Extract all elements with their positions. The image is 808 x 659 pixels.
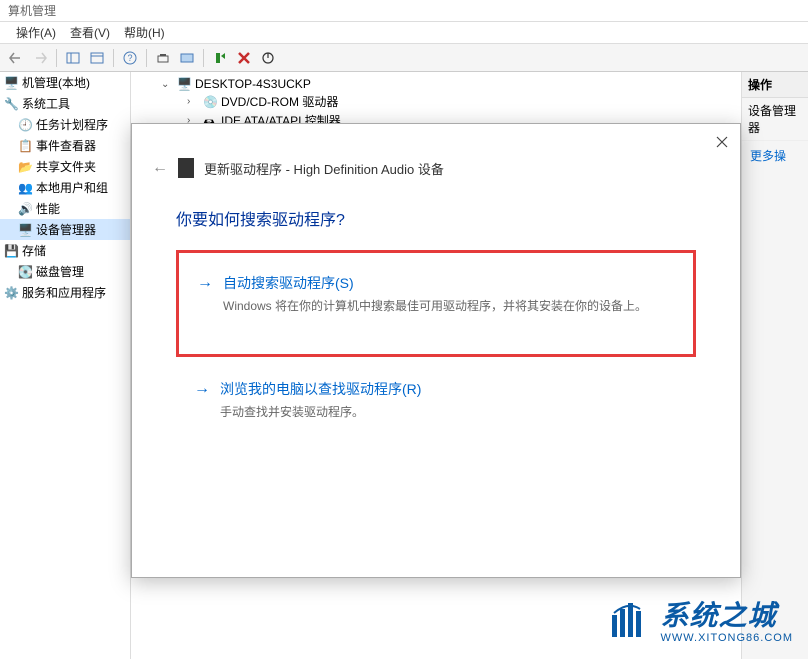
back-button[interactable]: ← — [152, 159, 168, 177]
tree-label: 任务计划程序 — [36, 116, 108, 133]
watermark-text: 系统之城 WWW.XITONG86.COM — [660, 594, 793, 644]
perf-icon: 🔊 — [18, 202, 32, 216]
tree-shared-folders[interactable]: 📂 共享文件夹 — [0, 156, 130, 177]
watermark-logo: 系统之城 WWW.XITONG86.COM — [606, 594, 793, 644]
tree-label: 系统工具 — [22, 95, 70, 112]
tree-label: 机管理(本地) — [22, 74, 90, 91]
option-title: 自动搜索驱动程序(S) — [223, 273, 647, 293]
menu-action[interactable]: 操作(A) — [16, 24, 56, 41]
help-button[interactable]: ? — [120, 48, 140, 68]
tree-storage[interactable]: 💾 存储 — [0, 240, 130, 261]
svg-text:?: ? — [127, 53, 132, 63]
view-devices-button[interactable] — [177, 48, 197, 68]
storage-icon: 💾 — [4, 244, 18, 258]
tree-label: 磁盘管理 — [36, 263, 84, 280]
clock-icon: 🕘 — [18, 118, 32, 132]
speaker-icon — [178, 158, 194, 178]
device-label: DESKTOP-4S3UCKP — [195, 77, 311, 91]
dialog-question: 你要如何搜索驱动程序? — [132, 188, 740, 250]
watermark-icon — [606, 597, 650, 641]
toolbar: ? — [0, 44, 808, 72]
collapse-icon[interactable]: ⌄ — [161, 79, 173, 90]
navigation-tree: 🖥️ 机管理(本地) 🔧 系统工具 🕘 任务计划程序 📋 事件查看器 📂 共享文… — [0, 72, 131, 659]
services-icon: ⚙️ — [4, 286, 18, 300]
window-title: 算机管理 — [0, 0, 808, 22]
disk-icon: 💽 — [18, 265, 32, 279]
tree-performance[interactable]: 🔊 性能 — [0, 198, 130, 219]
nav-back-button[interactable] — [6, 48, 26, 68]
separator — [146, 49, 147, 67]
tree-label: 存储 — [22, 242, 46, 259]
tools-icon: 🔧 — [4, 97, 18, 111]
show-tree-button[interactable] — [63, 48, 83, 68]
device-icon: 🖥️ — [18, 223, 32, 237]
dialog-header: ← 更新驱动程序 - High Definition Audio 设备 — [132, 124, 740, 188]
device-dvd[interactable]: › 💿 DVD/CD-ROM 驱动器 — [135, 92, 737, 111]
tree-label: 共享文件夹 — [36, 158, 96, 175]
pc-icon: 🖥️ — [177, 77, 191, 91]
actions-header: 操作 — [742, 72, 808, 98]
option-desc: Windows 将在你的计算机中搜索最佳可用驱动程序，并将其安装在你的设备上。 — [223, 297, 647, 314]
tree-event-viewer[interactable]: 📋 事件查看器 — [0, 135, 130, 156]
update-driver-dialog: ← 更新驱动程序 - High Definition Audio 设备 你要如何… — [131, 123, 741, 578]
tree-disk-mgmt[interactable]: 💽 磁盘管理 — [0, 261, 130, 282]
tree-local-users[interactable]: 👥 本地用户和组 — [0, 177, 130, 198]
tree-label: 服务和应用程序 — [22, 284, 106, 301]
users-icon: 👥 — [18, 181, 32, 195]
menu-bar: 操作(A) 查看(V) 帮助(H) — [0, 22, 808, 44]
tree-label: 本地用户和组 — [36, 179, 108, 196]
actions-more-link[interactable]: 更多操 — [742, 141, 808, 170]
tree-task-scheduler[interactable]: 🕘 任务计划程序 — [0, 114, 130, 135]
tree-label: 设备管理器 — [36, 221, 96, 238]
tree-services[interactable]: ⚙️ 服务和应用程序 — [0, 282, 130, 303]
watermark-en: WWW.XITONG86.COM — [660, 632, 793, 644]
close-button[interactable] — [714, 134, 730, 150]
uninstall-button[interactable] — [234, 48, 254, 68]
separator — [56, 49, 57, 67]
tree-system-tools[interactable]: 🔧 系统工具 — [0, 93, 130, 114]
option-desc: 手动查找并安装驱动程序。 — [220, 403, 421, 420]
scan-hardware-button[interactable] — [153, 48, 173, 68]
arrow-right-icon: → — [194, 379, 210, 398]
actions-panel: 操作 设备管理器 更多操 — [741, 72, 808, 659]
tree-root[interactable]: 🖥️ 机管理(本地) — [0, 72, 130, 93]
actions-sub: 设备管理器 — [742, 98, 808, 141]
disable-button[interactable] — [258, 48, 278, 68]
expand-icon[interactable]: › — [187, 96, 199, 107]
computer-icon: 🖥️ — [4, 76, 18, 90]
update-driver-button[interactable] — [210, 48, 230, 68]
dvd-icon: 💿 — [203, 95, 217, 109]
nav-forward-button[interactable] — [30, 48, 50, 68]
tree-label: 性能 — [36, 200, 60, 217]
device-computer[interactable]: ⌄ 🖥️ DESKTOP-4S3UCKP — [135, 76, 737, 92]
tree-device-manager[interactable]: 🖥️ 设备管理器 — [0, 219, 130, 240]
option-browse-computer[interactable]: → 浏览我的电脑以查找驱动程序(R) 手动查找并安装驱动程序。 — [176, 367, 696, 432]
folder-share-icon: 📂 — [18, 160, 32, 174]
arrow-right-icon: → — [197, 273, 213, 292]
option-auto-search[interactable]: → 自动搜索驱动程序(S) Windows 将在你的计算机中搜索最佳可用驱动程序… — [176, 250, 696, 357]
tree-label: 事件查看器 — [36, 137, 96, 154]
dialog-title: 更新驱动程序 - High Definition Audio 设备 — [204, 159, 444, 178]
separator — [203, 49, 204, 67]
menu-help[interactable]: 帮助(H) — [124, 24, 165, 41]
event-icon: 📋 — [18, 139, 32, 153]
separator — [113, 49, 114, 67]
option-title: 浏览我的电脑以查找驱动程序(R) — [220, 379, 421, 399]
device-label: DVD/CD-ROM 驱动器 — [221, 93, 338, 110]
menu-view[interactable]: 查看(V) — [70, 24, 110, 41]
watermark-cn: 系统之城 — [660, 594, 793, 634]
properties-button[interactable] — [87, 48, 107, 68]
close-icon — [716, 136, 728, 148]
